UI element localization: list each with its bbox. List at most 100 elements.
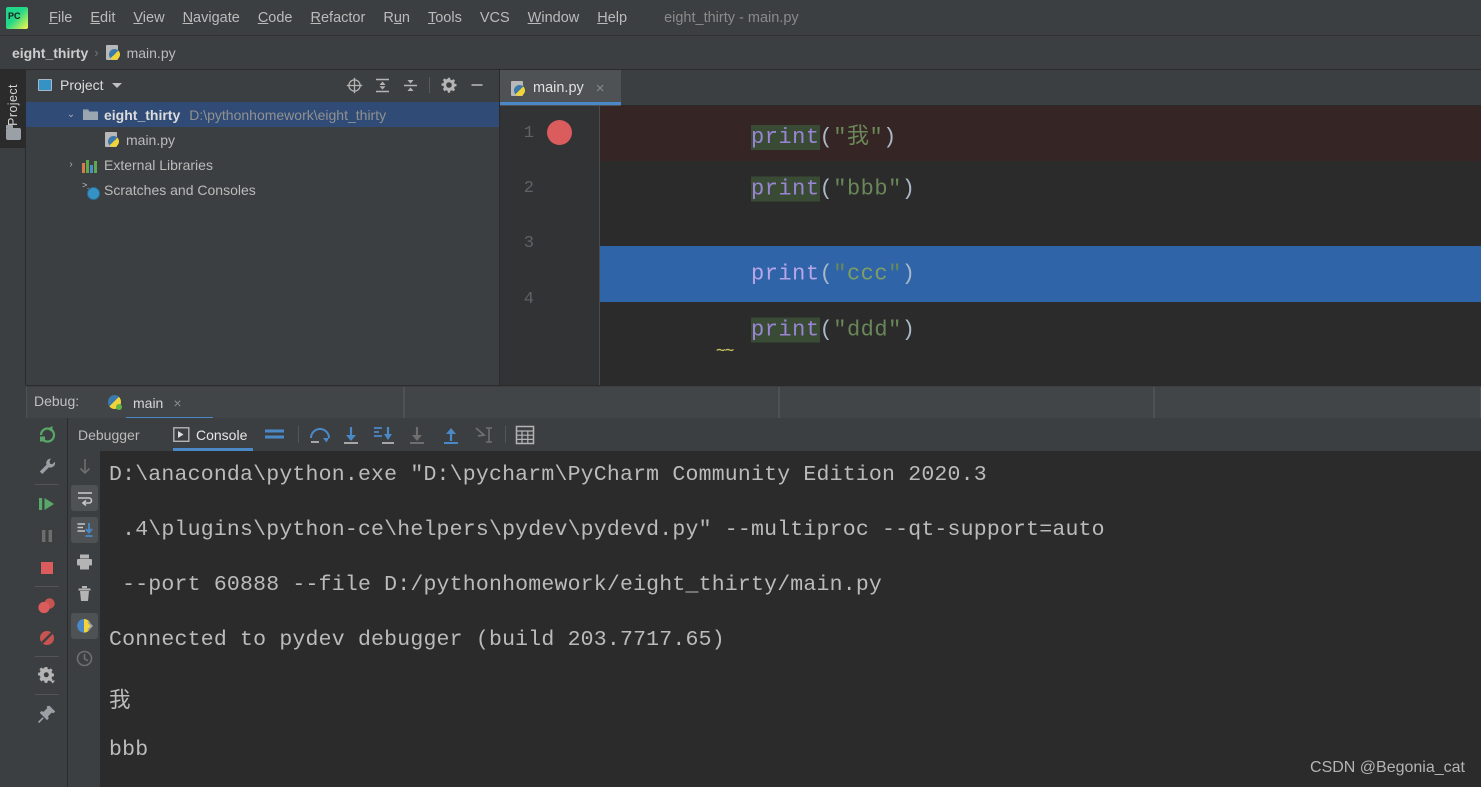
print-icon[interactable] [68, 546, 101, 578]
menu-vcs[interactable]: VCS [471, 8, 519, 28]
select-opened-file-icon[interactable] [340, 71, 368, 99]
close-icon[interactable]: × [173, 395, 181, 411]
view-breakpoints-icon[interactable] [26, 590, 68, 622]
menu-bar: File Edit View Navigate Code Refactor Ru… [0, 0, 1481, 36]
console-line: D:\anaconda\python.exe "D:\pycharm\PyCha… [109, 463, 987, 487]
toolbar-divider [429, 77, 430, 93]
menu-code[interactable]: Code [249, 8, 302, 28]
menu-navigate[interactable]: Navigate [174, 8, 249, 28]
tree-item-main-py[interactable]: main.py [26, 127, 499, 152]
code-keyword: print [751, 124, 820, 150]
debug-run-config-tab[interactable]: main × [102, 388, 186, 418]
toolbar-divider [505, 426, 506, 443]
breadcrumb-file[interactable]: main.py [127, 45, 176, 61]
tree-item-label: main.py [126, 131, 176, 148]
console-icon [173, 427, 190, 442]
scroll-to-end-icon[interactable] [68, 514, 101, 546]
tree-item-scratches-and-consoles[interactable]: Scratches and Consoles [26, 177, 499, 202]
gear-icon[interactable] [435, 71, 463, 99]
menu-help[interactable]: Help [588, 8, 636, 28]
code-line-2: print("bbb") [600, 161, 1481, 216]
chevron-down-icon[interactable]: ⌄ [64, 109, 78, 120]
tab-debugger[interactable]: Debugger [78, 418, 140, 451]
collapse-all-icon[interactable] [396, 71, 424, 99]
console-line: Connected to pydev debugger (build 203.7… [109, 628, 725, 652]
expand-all-icon[interactable] [368, 71, 396, 99]
force-step-into-icon[interactable] [372, 418, 396, 451]
pycharm-window: File Edit View Navigate Code Refactor Ru… [0, 0, 1481, 787]
hide-icon[interactable] [463, 71, 491, 99]
code-paren: ) [883, 124, 897, 150]
code-string: bbb [846, 176, 889, 201]
debug-header-bar: Debug: main × [26, 385, 1481, 420]
project-panel-title[interactable]: Project [60, 77, 104, 93]
editor-gutter[interactable]: 1 2 3 4 [500, 106, 600, 385]
step-out-icon[interactable] [406, 418, 428, 451]
menu-window[interactable]: Window [519, 8, 589, 28]
debug-header-cell-2 [404, 387, 779, 418]
tab-console-label: Console [196, 426, 248, 443]
chevron-down-icon[interactable] [111, 82, 122, 88]
toolbar-divider [35, 656, 59, 657]
tree-item-label: External Libraries [104, 156, 213, 173]
debug-label: Debug: [34, 393, 80, 409]
run-to-cursor-icon[interactable] [474, 418, 496, 451]
tab-debugger-label: Debugger [78, 426, 140, 443]
mute-breakpoints-icon[interactable] [26, 622, 68, 654]
tab-console[interactable]: Console [173, 418, 247, 451]
line-number: 2 [523, 179, 534, 198]
close-icon[interactable]: × [596, 80, 605, 97]
evaluate-expression-icon[interactable] [515, 418, 535, 451]
code-paren: ( [819, 261, 834, 286]
tree-item-eight-thirty[interactable]: ⌄ eight_thirty D:\pythonhomework\eight_t… [26, 102, 499, 127]
clear-all-icon[interactable] [68, 578, 101, 610]
settings-icon[interactable] [26, 660, 68, 692]
code-quote: " [888, 317, 902, 342]
step-up-icon[interactable] [440, 418, 462, 451]
code-quote: " [888, 176, 902, 201]
folder-icon [82, 106, 99, 123]
pin-tab-icon[interactable] [26, 698, 68, 730]
project-panel: Project ⌄ eight_thirty D:\pythonhomework… [26, 70, 500, 385]
code-editor[interactable]: 1 2 3 4 print("我") print("bbb") print("c… [500, 106, 1481, 385]
code-paren: ( [819, 176, 834, 201]
editor-tab-main-py[interactable]: main.py × [500, 70, 621, 106]
python-run-icon [106, 394, 124, 412]
menu-run[interactable]: Run [374, 8, 419, 28]
toolbar-divider [35, 586, 59, 587]
edit-configurations-icon[interactable] [26, 450, 68, 482]
history-icon[interactable] [68, 642, 101, 674]
soft-wrap-lines-icon[interactable] [68, 482, 101, 514]
breakpoint-icon[interactable] [547, 120, 572, 145]
resume-program-icon[interactable] [26, 488, 68, 520]
console-actions-toolbar [68, 418, 101, 787]
stop-icon[interactable] [26, 552, 68, 584]
console-output[interactable]: D:\anaconda\python.exe "D:\pycharm\PyCha… [101, 451, 1481, 787]
menu-file[interactable]: File [40, 8, 81, 28]
pycharm-logo-icon [6, 6, 28, 29]
soft-wrap-icon[interactable] [264, 418, 286, 451]
code-quote: " [833, 261, 847, 286]
console-line: .4\plugins\python-ce\helpers\pydev\pydev… [109, 518, 1105, 542]
menu-edit[interactable]: Edit [81, 8, 124, 28]
tree-item-external-libraries[interactable]: › External Libraries [26, 152, 499, 177]
debug-tabs-row: Debugger Console [68, 418, 1481, 451]
chevron-right-icon[interactable]: › [64, 159, 78, 170]
code-paren: ( [819, 317, 834, 342]
rerun-icon[interactable] [26, 418, 68, 450]
step-into-icon[interactable] [340, 418, 362, 451]
project-panel-toolbar [340, 70, 491, 100]
menu-view[interactable]: View [124, 8, 173, 28]
code-string: 我 [846, 124, 870, 150]
breadcrumb-project[interactable]: eight_thirty [12, 45, 88, 61]
python-console-icon[interactable] [68, 610, 101, 642]
folder-icon[interactable] [6, 125, 21, 140]
console-line: --port 60888 --file D:/pythonhomework/ei… [109, 573, 883, 597]
down-arrow-icon[interactable] [68, 450, 101, 482]
debug-panel: Debug: main × Debugger Console D:\anacon… [0, 385, 1481, 787]
pause-program-icon[interactable] [26, 520, 68, 552]
step-over-icon[interactable] [308, 418, 332, 451]
menu-tools[interactable]: Tools [419, 8, 471, 28]
tree-item-path: D:\pythonhomework\eight_thirty [189, 106, 387, 123]
menu-refactor[interactable]: Refactor [302, 8, 375, 28]
